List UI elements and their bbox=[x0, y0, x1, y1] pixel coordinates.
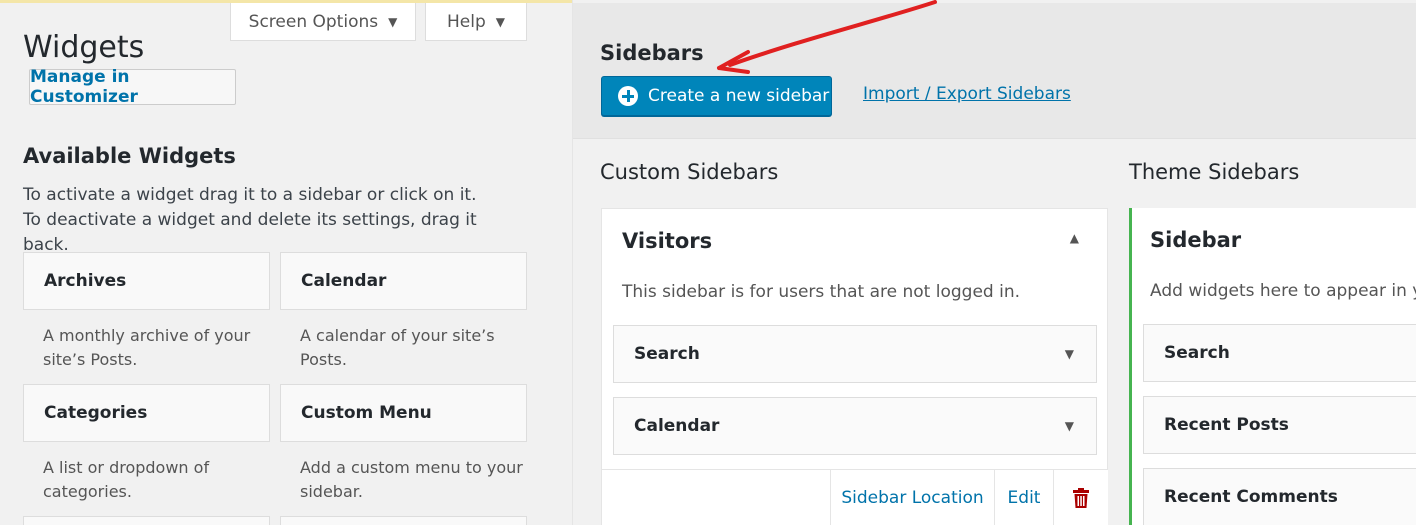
sidebar-widget-calendar[interactable]: Calendar ▼ bbox=[613, 397, 1097, 455]
widget-categories[interactable]: Categories bbox=[23, 384, 270, 442]
caret-down-icon: ▼ bbox=[495, 14, 505, 29]
widget-title: Calendar bbox=[634, 416, 720, 436]
theme-widget-search[interactable]: Search bbox=[1143, 324, 1416, 382]
page-title: Widgets bbox=[23, 30, 145, 65]
theme-widget-recent-posts[interactable]: Recent Posts bbox=[1143, 396, 1416, 454]
widget-archives-description: A monthly archive of your site’s Posts. bbox=[43, 326, 251, 369]
widget-calendar[interactable]: Calendar bbox=[280, 252, 527, 310]
sidebar-description: Add widgets here to appear in yo bbox=[1150, 281, 1416, 301]
sidebar-footer: Sidebar Location Edit bbox=[602, 469, 1108, 525]
caret-down-icon[interactable]: ▼ bbox=[1065, 347, 1074, 361]
widget-title: Search bbox=[634, 344, 700, 364]
widget-custom-menu[interactable]: Custom Menu bbox=[280, 384, 527, 442]
screen-options-tab[interactable]: Screen Options ▼ bbox=[230, 3, 416, 41]
visitors-sidebar-panel: Visitors ▲ This sidebar is for users tha… bbox=[601, 208, 1108, 525]
available-widgets-column: Screen Options ▼ Help ▼ Widgets Manage i… bbox=[0, 0, 572, 525]
sidebar-name: Visitors bbox=[622, 229, 713, 253]
theme-sidebar-panel: Sidebar Add widgets here to appear in yo… bbox=[1129, 208, 1416, 525]
sidebars-header: Sidebars Create a new sidebar Import / E… bbox=[573, 3, 1416, 139]
delete-sidebar-button[interactable] bbox=[1053, 470, 1108, 525]
caret-down-icon: ▼ bbox=[388, 14, 398, 29]
sidebar-location-link[interactable]: Sidebar Location bbox=[830, 470, 994, 525]
sidebar-name: Sidebar bbox=[1150, 228, 1242, 252]
widget-card-partial[interactable] bbox=[280, 516, 527, 525]
edit-link[interactable]: Edit bbox=[994, 470, 1053, 525]
available-widgets-title: Available Widgets bbox=[23, 144, 236, 168]
plus-circle-icon bbox=[618, 86, 638, 106]
screen-options-label: Screen Options bbox=[248, 11, 379, 32]
sidebars-area: Sidebars Create a new sidebar Import / E… bbox=[572, 0, 1416, 525]
import-export-link[interactable]: Import / Export Sidebars bbox=[863, 84, 1071, 104]
create-sidebar-label: Create a new sidebar bbox=[648, 86, 830, 106]
sidebar-description: This sidebar is for users that are not l… bbox=[622, 282, 1021, 302]
help-tab[interactable]: Help ▼ bbox=[425, 3, 527, 41]
theme-sidebars-title: Theme Sidebars bbox=[1129, 160, 1300, 184]
trash-icon bbox=[1073, 488, 1089, 508]
help-label: Help bbox=[447, 11, 486, 32]
custom-sidebars-title: Custom Sidebars bbox=[600, 160, 779, 184]
widget-archives[interactable]: Archives bbox=[23, 252, 270, 310]
available-widgets-description: To activate a widget drag it to a sideba… bbox=[23, 185, 477, 255]
widget-custom-menu-description: Add a custom menu to your sidebar. bbox=[300, 458, 523, 501]
widget-calendar-description: A calendar of your site’s Posts. bbox=[300, 326, 495, 369]
create-sidebar-button[interactable]: Create a new sidebar bbox=[601, 76, 832, 116]
sidebars-title: Sidebars bbox=[600, 41, 704, 65]
manage-in-customizer-button[interactable]: Manage in Customizer bbox=[29, 67, 236, 107]
widget-card-partial[interactable] bbox=[23, 516, 270, 525]
sidebar-widget-search[interactable]: Search ▼ bbox=[613, 325, 1097, 383]
widget-categories-description: A list or dropdown of categories. bbox=[43, 458, 210, 501]
collapse-arrow-icon[interactable]: ▲ bbox=[1070, 231, 1079, 245]
caret-down-icon[interactable]: ▼ bbox=[1065, 419, 1074, 433]
theme-widget-recent-comments[interactable]: Recent Comments bbox=[1143, 468, 1416, 525]
